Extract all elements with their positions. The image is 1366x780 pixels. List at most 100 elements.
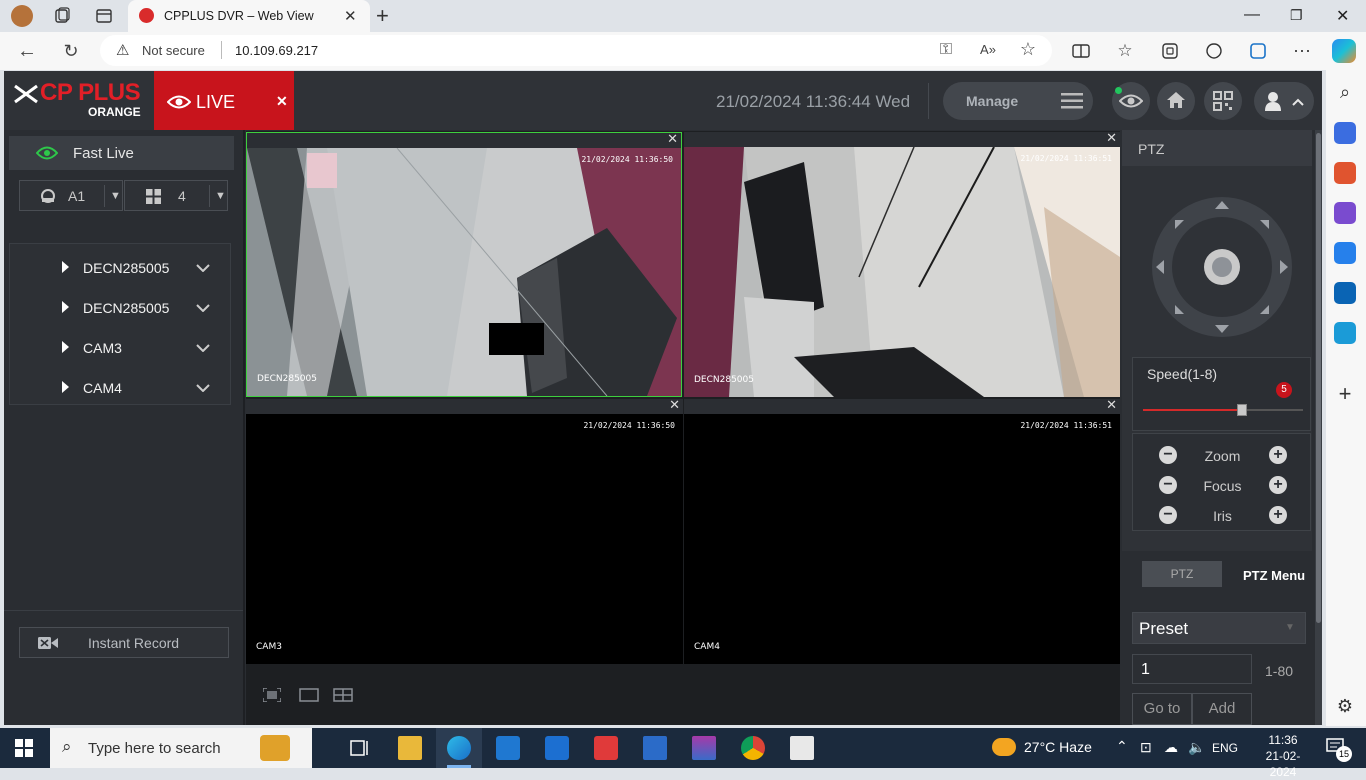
video-cell-3[interactable]: ✕ 21/02/2024 11:36:50 CAM3 bbox=[246, 397, 683, 664]
expand-arrow-icon[interactable] bbox=[62, 301, 69, 313]
speed-slider-thumb[interactable] bbox=[1237, 404, 1247, 416]
refresh-icon[interactable]: ↻ bbox=[61, 41, 81, 61]
user-menu-button[interactable] bbox=[1254, 82, 1314, 120]
tools-icon[interactable] bbox=[1334, 162, 1356, 184]
read-aloud-icon[interactable]: A» bbox=[978, 40, 998, 60]
omnibox[interactable]: ⚠ Not secure 10.109.69.217 ⚿ A» ☆ bbox=[100, 35, 1052, 66]
list-item[interactable]: CAM4 bbox=[10, 366, 232, 406]
taskbar-search-box[interactable]: ⌕ Type here to search bbox=[50, 728, 312, 768]
expand-arrow-icon[interactable] bbox=[62, 261, 69, 273]
close-icon[interactable]: ✕ bbox=[1106, 397, 1117, 413]
split-select[interactable]: 4 ▼ bbox=[124, 180, 228, 211]
favorite-star-icon[interactable]: ☆ bbox=[1018, 39, 1038, 59]
workspaces-icon[interactable] bbox=[52, 6, 72, 26]
microsoft-store-icon[interactable] bbox=[496, 736, 520, 760]
chevron-up-icon[interactable]: ⌃ bbox=[1116, 738, 1128, 755]
panel-scrollbar-thumb[interactable] bbox=[1316, 133, 1321, 623]
chrome-icon[interactable] bbox=[741, 736, 765, 760]
tag-icon[interactable] bbox=[1334, 122, 1356, 144]
close-icon[interactable]: ✕ bbox=[667, 131, 678, 147]
quad-view-icon[interactable] bbox=[333, 688, 353, 702]
windows-start-icon[interactable] bbox=[15, 739, 33, 757]
file-explorer-icon[interactable] bbox=[398, 736, 422, 760]
edge-browser-icon[interactable] bbox=[447, 736, 471, 760]
close-icon[interactable]: ✕ bbox=[669, 397, 680, 413]
sidebar-settings-icon[interactable]: ⚙ bbox=[1334, 696, 1356, 718]
language-indicator[interactable]: ENG bbox=[1212, 741, 1238, 755]
app-window-icon[interactable] bbox=[643, 736, 667, 760]
warning-icon[interactable]: ⚠ bbox=[116, 41, 129, 59]
tab-actions-icon[interactable] bbox=[94, 6, 114, 26]
anydesk-icon[interactable] bbox=[594, 736, 618, 760]
url-text[interactable]: 10.109.69.217 bbox=[235, 43, 318, 58]
tab-close-icon[interactable]: ✕ bbox=[344, 7, 357, 25]
video-cell-1[interactable]: ✕ 21/02/2024 11:36:50 DECN285005 bbox=[246, 131, 682, 397]
browser-essentials-icon[interactable] bbox=[1204, 41, 1224, 61]
iris-plus-button[interactable]: + bbox=[1269, 506, 1287, 524]
qr-code-button[interactable] bbox=[1204, 82, 1242, 120]
notifications-icon[interactable]: 15 bbox=[1326, 738, 1352, 762]
add-preset-button[interactable]: Add bbox=[1192, 693, 1252, 725]
add-sidebar-app-icon[interactable]: + bbox=[1334, 383, 1356, 406]
new-tab-icon[interactable]: + bbox=[376, 3, 389, 29]
restore-icon[interactable]: ❐ bbox=[1290, 7, 1303, 24]
chevron-down-icon[interactable] bbox=[196, 264, 210, 272]
taskbar-clock[interactable]: 11:36 21-02-2024 bbox=[1255, 732, 1311, 780]
outlook-icon[interactable] bbox=[1334, 282, 1356, 304]
onedrive-icon[interactable]: ☁ bbox=[1164, 739, 1178, 756]
tab-ptz-menu[interactable]: PTZ Menu bbox=[1243, 568, 1305, 583]
window-close-icon[interactable]: ✕ bbox=[1336, 6, 1349, 26]
preset-number-input[interactable]: 1 bbox=[1132, 654, 1252, 684]
chevron-down-icon[interactable] bbox=[196, 344, 210, 352]
tab-ptz[interactable]: PTZ bbox=[1142, 561, 1222, 587]
live-tab[interactable]: LIVE ✕ bbox=[154, 71, 294, 130]
favorites-icon[interactable]: ☆ bbox=[1115, 41, 1135, 61]
split-screen-icon[interactable] bbox=[1071, 41, 1091, 61]
password-key-icon[interactable]: ⚿ bbox=[936, 40, 956, 60]
ptz-direction-pad[interactable] bbox=[1151, 196, 1293, 338]
more-options-icon[interactable]: ⋯ bbox=[1292, 41, 1312, 61]
collections-icon[interactable] bbox=[1160, 41, 1180, 61]
volume-icon[interactable]: 🔈 bbox=[1188, 739, 1205, 756]
mail-icon[interactable] bbox=[545, 736, 569, 760]
preset-select[interactable]: Preset ▼ bbox=[1132, 612, 1306, 644]
task-view-icon[interactable] bbox=[348, 736, 372, 760]
back-icon[interactable]: ← bbox=[17, 41, 37, 61]
goto-button[interactable]: Go to bbox=[1132, 693, 1192, 725]
expand-arrow-icon[interactable] bbox=[62, 381, 69, 393]
single-view-icon[interactable] bbox=[299, 688, 319, 702]
games-icon[interactable] bbox=[1334, 202, 1356, 224]
manage-button[interactable]: Manage bbox=[943, 82, 1093, 120]
winrar-icon[interactable] bbox=[692, 736, 716, 760]
list-item[interactable]: DECN285005 bbox=[10, 286, 232, 326]
stream-select[interactable]: A1 ▼ bbox=[19, 180, 123, 211]
weather-text[interactable]: 27°C Haze bbox=[1024, 739, 1092, 755]
expand-arrow-icon[interactable] bbox=[62, 341, 69, 353]
network-icon[interactable]: ⊡ bbox=[1140, 739, 1152, 756]
video-cell-2[interactable]: ✕ 21/02/2024 11:36:51 DECN285005 bbox=[684, 130, 1120, 397]
video-cell-4[interactable]: ✕ 21/02/2024 11:36:51 CAM4 bbox=[684, 397, 1120, 664]
send-icon[interactable] bbox=[1334, 322, 1356, 344]
focus-plus-button[interactable]: + bbox=[1269, 476, 1287, 494]
profile-avatar[interactable] bbox=[11, 5, 33, 27]
browser-tab[interactable]: CPPLUS DVR – Web View ✕ bbox=[128, 0, 370, 32]
chevron-down-icon[interactable] bbox=[196, 384, 210, 392]
fast-live-button[interactable]: Fast Live bbox=[9, 136, 234, 170]
live-view-button[interactable] bbox=[1112, 82, 1150, 120]
not-secure-label[interactable]: Not secure bbox=[142, 43, 205, 58]
instant-record-button[interactable]: Instant Record bbox=[19, 627, 229, 658]
edge-copilot-tab-icon[interactable] bbox=[1248, 41, 1268, 61]
home-button[interactable] bbox=[1157, 82, 1195, 120]
copilot-icon[interactable] bbox=[1332, 39, 1356, 63]
microsoft365-icon[interactable] bbox=[1334, 242, 1356, 264]
zoom-in-button[interactable]: + bbox=[1269, 446, 1287, 464]
list-item[interactable]: CAM3 bbox=[10, 326, 232, 366]
search-icon[interactable]: ⌕ bbox=[1334, 82, 1356, 104]
speed-slider-track[interactable]: 5 bbox=[1143, 382, 1303, 416]
live-tab-close-icon[interactable]: ✕ bbox=[276, 93, 288, 110]
fullscreen-icon[interactable] bbox=[263, 688, 281, 702]
chevron-down-icon[interactable] bbox=[196, 304, 210, 312]
minimize-icon[interactable]: — bbox=[1244, 6, 1260, 24]
list-item[interactable]: DECN285005 bbox=[10, 246, 232, 286]
app-icon[interactable] bbox=[790, 736, 814, 760]
